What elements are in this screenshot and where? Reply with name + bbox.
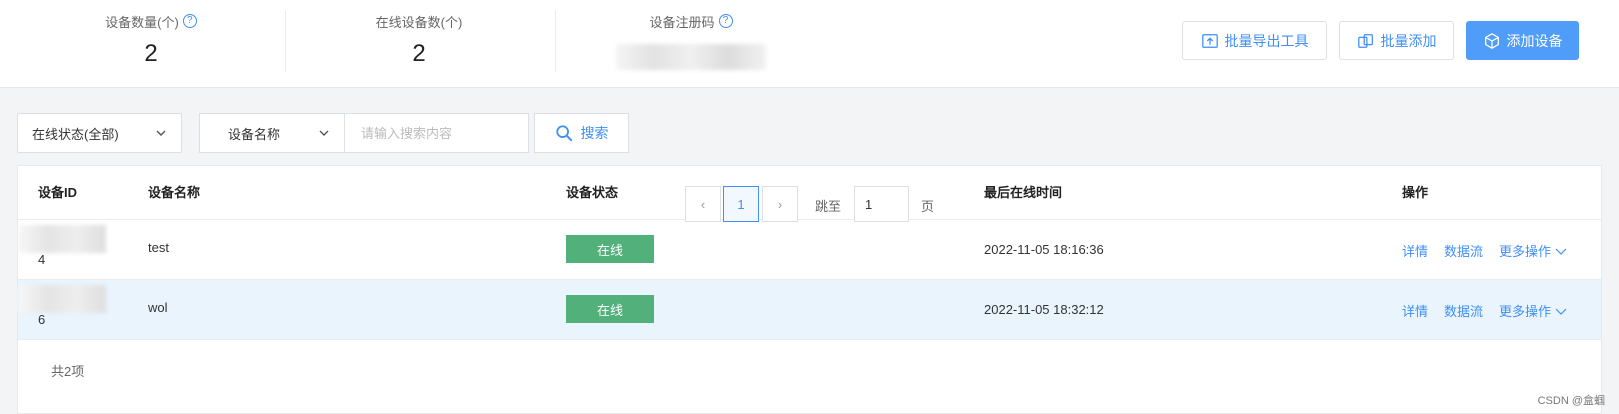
column-header: 设备状态 xyxy=(566,185,619,200)
device-table: 设备ID 设备名称 设备状态 最后在线时间 操作 4 test 在线 2022-… xyxy=(17,165,1602,414)
more-actions-dropdown[interactable]: 更多操作 xyxy=(1499,241,1567,260)
status-badge: 在线 xyxy=(566,295,654,323)
register-code-redacted xyxy=(616,44,766,70)
stat-label: 设备注册码 xyxy=(649,14,715,30)
jump-to-label: 跳至 xyxy=(815,199,842,214)
stat-online-count: 在线设备数(个) 2 xyxy=(284,10,554,72)
jump-page-input[interactable] xyxy=(854,186,909,222)
search-icon xyxy=(555,125,572,142)
search-field-select[interactable]: 设备名称 xyxy=(199,113,344,153)
search-input[interactable] xyxy=(344,113,529,153)
column-header: 最后在线时间 xyxy=(984,185,1063,200)
watermark: CSDN @盒蝈 xyxy=(1537,395,1605,407)
batch-add-button[interactable]: 批量添加 xyxy=(1339,21,1454,60)
table-row: 4 test 在线 2022-11-05 18:16:36 详情 数据流 更多操… xyxy=(18,220,1601,280)
help-icon[interactable]: ? xyxy=(718,14,733,28)
detail-link[interactable]: 详情 xyxy=(1402,241,1428,260)
device-id: 4 xyxy=(38,252,46,267)
stats-bar: 设备数量(个) ? 2 在线设备数(个) 2 设备注册码 ? 批量导出工具 批量… xyxy=(0,0,1619,88)
device-name: test xyxy=(148,240,169,255)
batch-export-button[interactable]: 批量导出工具 xyxy=(1182,21,1327,60)
datastream-link[interactable]: 数据流 xyxy=(1444,301,1483,320)
online-status-select[interactable]: 在线状态(全部) xyxy=(17,113,182,153)
datastream-link[interactable]: 数据流 xyxy=(1444,241,1483,260)
device-id-redacted xyxy=(18,225,106,253)
device-id-redacted xyxy=(18,285,106,313)
stat-value: 2 xyxy=(412,40,426,67)
stat-label: 在线设备数(个) xyxy=(375,14,463,30)
device-id: 6 xyxy=(38,312,46,327)
table-header: 设备ID 设备名称 设备状态 最后在线时间 操作 xyxy=(18,166,1601,220)
stat-device-count: 设备数量(个) ? 2 xyxy=(16,10,286,72)
column-header: 设备ID xyxy=(38,185,78,200)
copy-icon xyxy=(1357,33,1373,48)
table-row: 6 wol 在线 2022-11-05 18:32:12 详情 数据流 更多操作 xyxy=(18,280,1601,340)
cube-icon xyxy=(1484,32,1499,49)
chevron-down-icon xyxy=(1555,308,1567,315)
page-button-current[interactable]: 1 xyxy=(723,186,759,222)
last-online-time: 2022-11-05 18:16:36 xyxy=(984,242,1104,257)
stat-label: 设备数量(个) xyxy=(105,14,179,30)
prev-page-button[interactable]: ‹ xyxy=(685,186,721,222)
upload-folder-icon xyxy=(1201,33,1218,48)
chevron-down-icon xyxy=(319,130,329,136)
device-name: wol xyxy=(148,300,168,315)
last-online-time: 2022-11-05 18:32:12 xyxy=(984,302,1104,317)
add-device-button[interactable]: 添加设备 xyxy=(1466,21,1579,60)
next-page-button[interactable]: › xyxy=(762,186,798,222)
page-unit-label: 页 xyxy=(921,199,935,214)
search-button[interactable]: 搜索 xyxy=(534,113,629,153)
help-icon[interactable]: ? xyxy=(182,14,197,28)
detail-link[interactable]: 详情 xyxy=(1402,301,1428,320)
chevron-down-icon xyxy=(156,130,166,136)
status-badge: 在线 xyxy=(566,235,654,263)
column-header: 操作 xyxy=(1402,185,1429,200)
total-count: 共2项 xyxy=(51,364,85,379)
stat-value: 2 xyxy=(144,40,158,67)
chevron-down-icon xyxy=(1555,248,1567,255)
more-actions-dropdown[interactable]: 更多操作 xyxy=(1499,301,1567,320)
column-header: 设备名称 xyxy=(148,185,201,200)
